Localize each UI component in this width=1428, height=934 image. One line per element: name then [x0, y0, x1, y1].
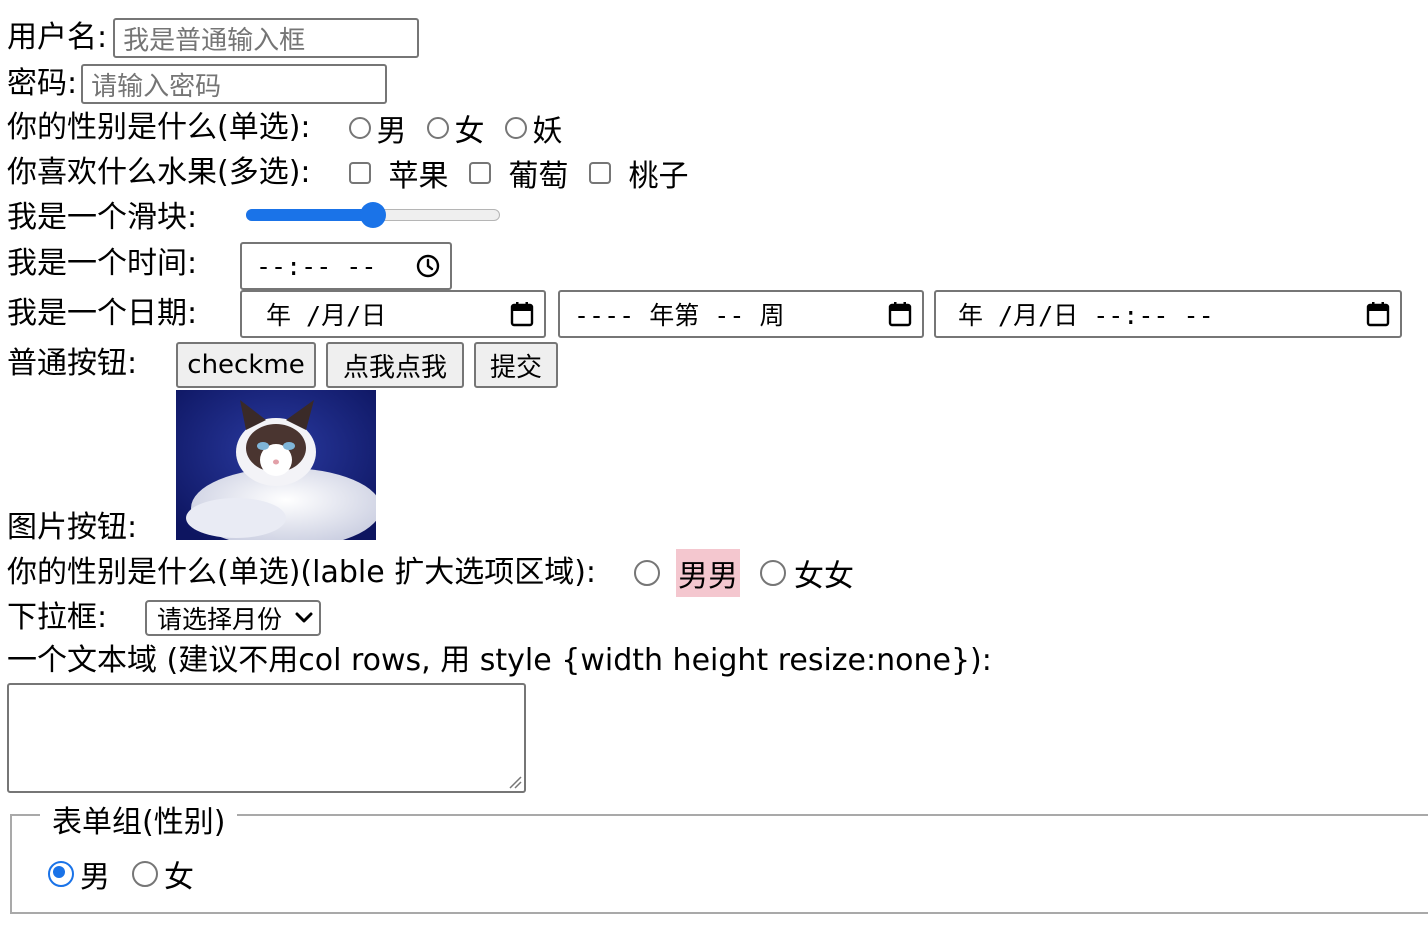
fruit-label: 你喜欢什么水果(多选):: [7, 155, 311, 190]
select-row: 下拉框:: [7, 600, 107, 636]
radio-female[interactable]: [426, 117, 449, 139]
gender2-option-male[interactable]: 男男: [634, 549, 741, 597]
select-value: 请选择月份: [157, 605, 283, 634]
select-label: 下拉框:: [7, 600, 108, 635]
gender-row: 你的性别是什么(单选): 男 女 妖: [7, 110, 563, 150]
date-value: 年 /月/日: [266, 301, 387, 330]
week-input[interactable]: ---- 年第 -- 周: [558, 290, 924, 338]
gender-option-female[interactable]: 女: [426, 106, 485, 150]
time-value: --:-- --: [256, 251, 377, 281]
submit-button[interactable]: 提交: [474, 342, 558, 388]
date-label: 我是一个日期:: [7, 296, 198, 331]
resize-grip-icon[interactable]: [506, 773, 522, 789]
fieldset-option-male[interactable]: 男: [48, 852, 110, 896]
calendar-icon[interactable]: [1366, 301, 1390, 327]
gender-label: 你的性别是什么(单选):: [7, 110, 311, 145]
image-button-row: 图片按钮:: [7, 510, 137, 546]
image-submit-button[interactable]: [176, 390, 376, 540]
textarea-row: 一个文本域 (建议不用col rows, 用 style {width heig…: [7, 643, 992, 679]
password-row: 密码: 请输入密码: [7, 64, 388, 104]
range-slider[interactable]: [246, 202, 500, 228]
username-placeholder: 我是普通输入框: [123, 25, 306, 56]
checkme-button[interactable]: checkme: [176, 342, 316, 388]
fruit-option-peach[interactable]: 桃子: [588, 151, 689, 195]
fieldset-legend: 表单组(性别): [40, 797, 238, 841]
slider-thumb[interactable]: [360, 202, 386, 228]
fieldset-options: 男 女: [48, 852, 194, 896]
fruit-option-label: 苹果: [388, 159, 449, 194]
gender2-option-label-male[interactable]: 男男: [676, 549, 741, 597]
click-me-button[interactable]: 点我点我: [326, 342, 464, 388]
password-input[interactable]: 请输入密码: [81, 64, 388, 104]
checkbox-peach[interactable]: [588, 162, 611, 184]
radio-female-2[interactable]: [760, 560, 787, 586]
checkbox-apple[interactable]: [348, 162, 371, 184]
gender2-option-label-female[interactable]: 女女: [794, 551, 854, 595]
textarea-label: 一个文本域 (建议不用col rows, 用 style {width heig…: [7, 643, 992, 678]
fruit-option-label: 葡萄: [508, 159, 569, 194]
radio-male-2[interactable]: [634, 560, 661, 586]
gender-option-label: 女: [454, 114, 485, 149]
username-row: 用户名: 我是普通输入框: [7, 18, 420, 58]
date-row: 我是一个日期:: [7, 296, 197, 332]
datetime-value: 年 /月/日 --:-- --: [958, 301, 1214, 330]
gender-option-label: 妖: [532, 114, 563, 149]
time-input[interactable]: --:-- --: [240, 242, 452, 290]
gender2-label: 你的性别是什么(单选)(lable 扩大选项区域):: [7, 555, 597, 590]
username-input[interactable]: 我是普通输入框: [113, 18, 420, 58]
password-placeholder: 请输入密码: [91, 71, 222, 102]
radio-fieldset-male[interactable]: [48, 861, 74, 887]
slider-label: 我是一个滑块:: [7, 200, 198, 235]
cat-image: [176, 390, 376, 540]
gender-option-male[interactable]: 男: [348, 106, 407, 150]
calendar-icon[interactable]: [510, 301, 534, 327]
button-group: checkme 点我点我 提交: [176, 342, 558, 388]
gender2-option-female[interactable]: 女女: [760, 551, 854, 595]
radio-other[interactable]: [504, 117, 527, 139]
fieldset-option-female[interactable]: 女: [132, 852, 194, 896]
time-row: 我是一个时间:: [7, 246, 197, 282]
slider-row: 我是一个滑块:: [7, 200, 197, 236]
textarea-field[interactable]: [7, 683, 526, 793]
checkbox-grape[interactable]: [468, 162, 491, 184]
fruit-option-label: 桃子: [628, 159, 689, 194]
slider-fill: [246, 209, 373, 221]
date-input[interactable]: 年 /月/日: [240, 290, 546, 338]
fruit-option-grape[interactable]: 葡萄: [468, 151, 569, 195]
gender-option-other[interactable]: 妖: [504, 106, 563, 150]
buttons-row: 普通按钮:: [7, 344, 137, 384]
password-label: 密码:: [7, 66, 78, 101]
fieldset-option-label: 女: [164, 860, 194, 895]
radio-fieldset-female[interactable]: [132, 861, 158, 887]
week-value: ---- 年第 -- 周: [574, 301, 785, 330]
clock-icon[interactable]: [416, 254, 440, 278]
gender-option-label: 男: [376, 114, 407, 149]
buttons-label: 普通按钮:: [7, 346, 138, 381]
image-button-label: 图片按钮:: [7, 510, 138, 545]
gender2-row: 你的性别是什么(单选)(lable 扩大选项区域): 男男 女女: [7, 549, 854, 597]
radio-male[interactable]: [348, 117, 371, 139]
fruit-row: 你喜欢什么水果(多选): 苹果 葡萄 桃子: [7, 155, 689, 195]
fieldset-option-label: 男: [80, 860, 110, 895]
username-label: 用户名:: [7, 20, 108, 55]
calendar-icon[interactable]: [888, 301, 912, 327]
month-select[interactable]: 请选择月份: [145, 600, 321, 636]
chevron-down-icon: [295, 612, 313, 623]
datetime-input[interactable]: 年 /月/日 --:-- --: [934, 290, 1402, 338]
fruit-option-apple[interactable]: 苹果: [348, 151, 449, 195]
time-label: 我是一个时间:: [7, 246, 198, 281]
